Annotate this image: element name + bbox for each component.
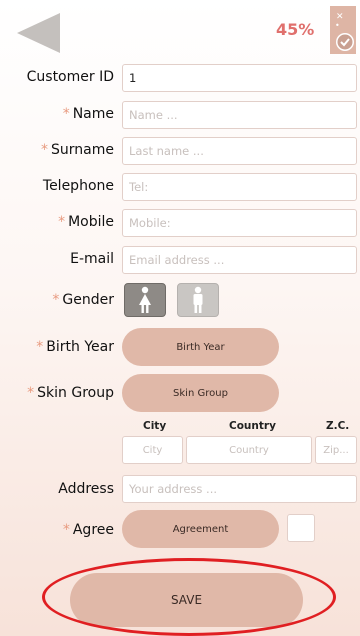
required-marker: * [62,522,70,538]
birth-year-label: * Birth Year [36,339,114,355]
required-marker: * [41,142,49,158]
form-status-icon: ✕ • [330,6,356,54]
address-field[interactable] [122,475,357,503]
birth-year-button[interactable]: Birth Year [122,328,279,366]
progress-percentage: 45% [276,20,315,39]
telephone-field[interactable] [122,173,357,201]
address-label: Address [58,481,114,497]
skin-group-button[interactable]: Skin Group [122,374,279,412]
mobile-label: * Mobile [58,214,114,230]
surname-field[interactable] [122,137,357,165]
agree-checkbox[interactable] [287,514,315,542]
customer-id-label: Customer ID [26,69,114,85]
zip-field[interactable] [315,436,357,464]
mobile-field[interactable] [122,209,357,237]
male-icon [193,286,203,313]
email-label: E-mail [70,251,114,267]
gender-female-button[interactable] [124,283,166,317]
gender-label: * Gender [52,292,114,308]
required-marker: * [27,385,35,401]
city-header: City [143,420,167,432]
name-field[interactable] [122,101,357,129]
agreement-button[interactable]: Agreement [122,510,279,548]
email-field[interactable] [122,246,357,274]
city-field[interactable] [122,436,183,464]
required-marker: * [62,106,70,122]
telephone-label: Telephone [42,178,114,194]
required-marker: * [36,339,44,355]
back-arrow-icon [17,13,60,53]
customer-id-field[interactable] [122,64,357,92]
required-marker: * [52,292,60,308]
country-field[interactable] [186,436,312,464]
required-marker: * [58,214,66,230]
zip-header: Z.C. [326,420,350,432]
agree-label: * Agree [62,522,114,538]
back-button[interactable] [16,12,62,54]
country-header: Country [229,420,276,432]
svg-text:•: • [335,21,340,30]
name-label: * Name [62,106,114,122]
save-button[interactable]: SAVE [70,573,303,627]
gender-male-button[interactable] [177,283,219,317]
skin-group-label: * Skin Group [27,385,114,401]
surname-label: * Surname [41,142,114,158]
female-icon [139,286,151,313]
